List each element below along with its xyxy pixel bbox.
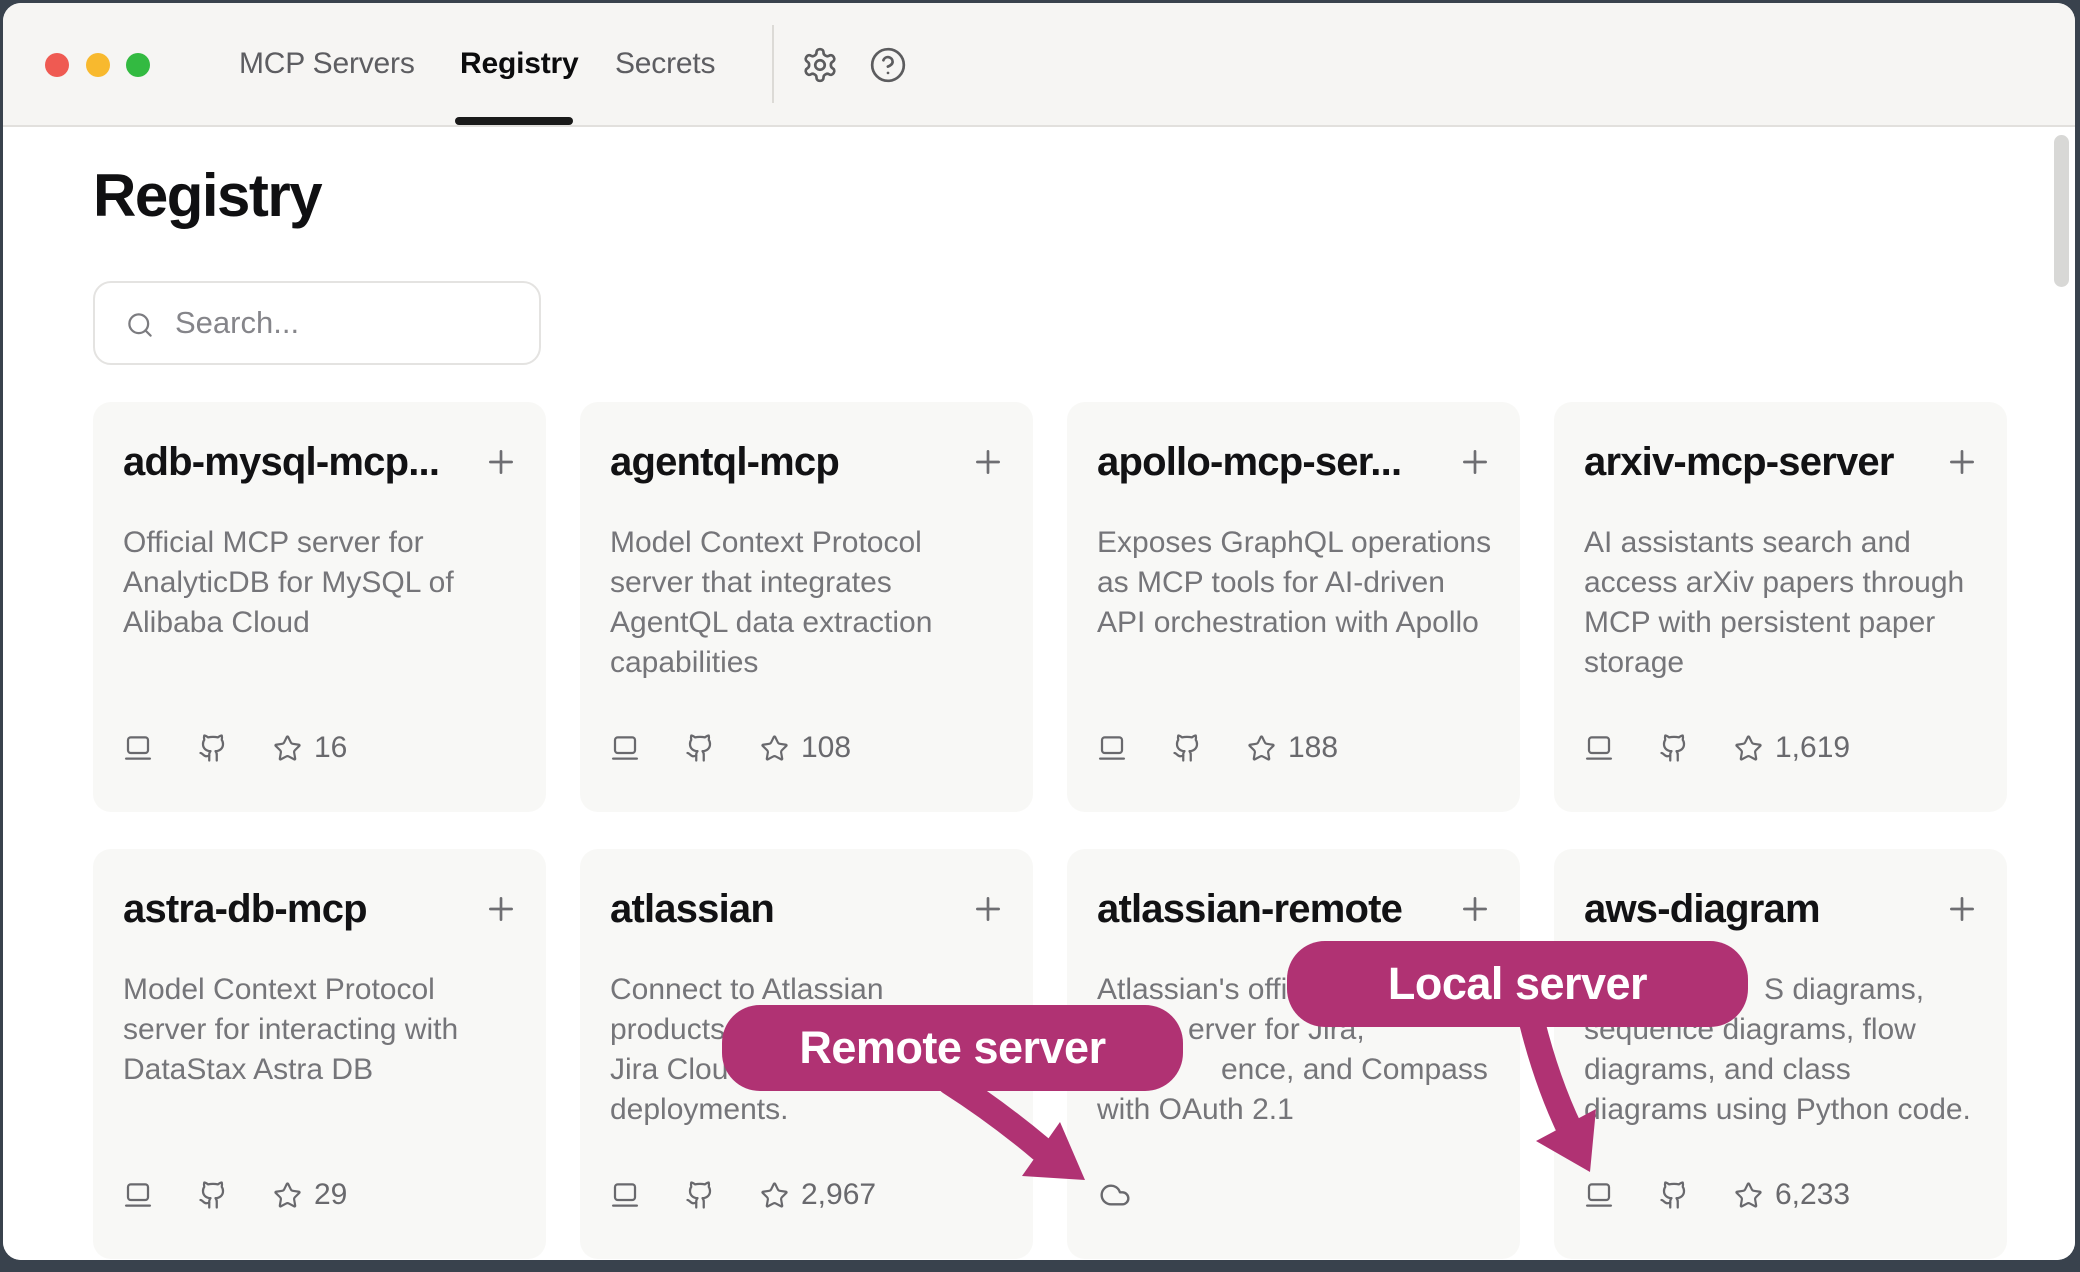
server-card-footer: 29 [123,1179,347,1211]
star-count: 6,233 [1775,1178,1850,1212]
github-icon[interactable] [685,1180,715,1210]
toolbar: MCP Servers Registry Secrets [3,3,2075,127]
star-count: 29 [314,1178,347,1212]
server-card-footer: 1,619 [1584,732,1850,764]
plus-icon[interactable] [484,892,518,926]
server-name: arxiv-mcp-server [1584,440,1894,485]
laptop-icon [1097,733,1127,763]
cloud-icon [1097,1179,1133,1211]
github-icon[interactable] [1659,733,1689,763]
server-card-footer: 108 [610,732,851,764]
laptop-icon [610,733,640,763]
server-name: atlassian [610,887,774,932]
github-icon[interactable] [1659,1180,1689,1210]
server-description: Official MCP server forAnalyticDB for My… [123,523,520,643]
github-stars: 29 [273,1178,347,1212]
star-count: 2,967 [801,1178,876,1212]
local-server-callout: Local server [1287,941,1748,1027]
plus-icon[interactable] [1458,892,1492,926]
laptop-icon [123,1180,153,1210]
github-stars: 108 [760,731,851,765]
star-count: 16 [314,731,347,765]
tab-mcp-servers[interactable]: MCP Servers [239,47,415,81]
window-close-button[interactable] [45,53,69,77]
star-count: 108 [801,731,851,765]
star-icon [273,734,302,763]
server-description: Model Context Protocolserver that integr… [610,523,1007,683]
server-card[interactable]: adb-mysql-mcp... Official MCP server forA… [93,402,546,812]
server-card-footer: 2,967 [610,1179,876,1211]
laptop-icon [1584,733,1614,763]
server-name: aws-diagram [1584,887,1820,932]
window-minimize-button[interactable] [86,53,110,77]
server-description: Exposes GraphQL operationsas MCP tools f… [1097,523,1494,643]
server-name: adb-mysql-mcp... [123,440,439,485]
plus-icon[interactable] [971,892,1005,926]
server-card-footer [1097,1179,1178,1211]
laptop-icon [1584,1180,1614,1210]
help-icon[interactable] [869,46,907,84]
plus-icon[interactable] [1945,892,1979,926]
github-stars: 16 [273,731,347,765]
github-icon[interactable] [198,733,228,763]
server-card-footer: 6,233 [1584,1179,1850,1211]
plus-icon[interactable] [1945,445,1979,479]
github-stars: 2,967 [760,1178,876,1212]
toolbar-divider [772,25,774,103]
github-icon[interactable] [1172,733,1202,763]
active-tab-indicator [455,117,573,125]
server-card[interactable]: astra-db-mcp Model Context Protocolserver… [93,849,546,1259]
server-card[interactable]: aws-diagramS diagrams,sequence diagrams,… [1554,849,2007,1259]
plus-icon[interactable] [484,445,518,479]
server-name: astra-db-mcp [123,887,367,932]
server-card[interactable]: apollo-mcp-ser... Exposes GraphQL operati… [1067,402,1520,812]
server-card-footer: 16 [123,732,347,764]
star-count: 1,619 [1775,731,1850,765]
server-name: agentql-mcp [610,440,839,485]
github-stars: 6,233 [1734,1178,1850,1212]
plus-icon[interactable] [1458,445,1492,479]
gear-icon[interactable] [801,46,839,84]
server-description: AI assistants search andaccess arXiv pap… [1584,523,1981,683]
star-icon [760,1181,789,1210]
star-icon [1247,734,1276,763]
star-icon [273,1181,302,1210]
github-stars: 188 [1247,731,1338,765]
scrollbar-thumb[interactable] [2054,135,2069,287]
server-name: atlassian-remote [1097,887,1402,932]
server-card[interactable]: arxiv-mcp-server AI assistants search and… [1554,402,2007,812]
window-zoom-button[interactable] [126,53,150,77]
tab-registry[interactable]: Registry [460,47,578,81]
star-icon [760,734,789,763]
server-card-footer: 188 [1097,732,1338,764]
server-name: apollo-mcp-ser... [1097,440,1401,485]
star-icon [1734,734,1763,763]
server-description: Model Context Protocolserver for interac… [123,970,520,1090]
remote-server-callout: Remote server [722,1005,1183,1091]
github-stars: 1,619 [1734,731,1850,765]
laptop-icon [610,1180,640,1210]
star-count: 188 [1288,731,1338,765]
github-icon[interactable] [198,1180,228,1210]
laptop-icon [123,733,153,763]
plus-icon[interactable] [971,445,1005,479]
tab-secrets[interactable]: Secrets [615,47,715,81]
server-card[interactable]: agentql-mcp Model Context Protocolserver … [580,402,1033,812]
github-icon[interactable] [685,733,715,763]
star-icon [1734,1181,1763,1210]
